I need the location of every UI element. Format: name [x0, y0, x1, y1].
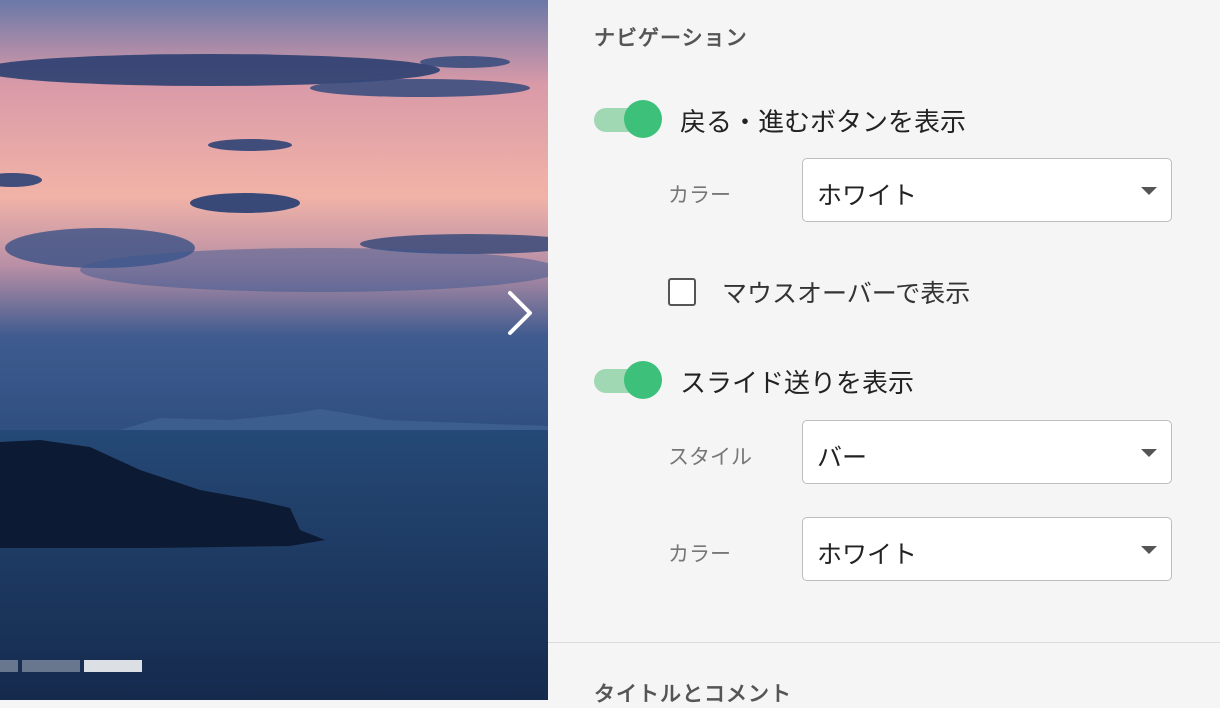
- settings-panel: ナビゲーション 戻る・進むボタンを表示 カラー ホワイト マウスオーバーで表示 …: [548, 0, 1220, 706]
- toggle-knob: [624, 100, 662, 138]
- caret-down-icon: [1141, 187, 1157, 195]
- show-arrows-toggle[interactable]: [594, 100, 662, 140]
- show-slide-nav-label: スライド送りを表示: [680, 368, 915, 399]
- slide-nav-style-value: バー: [817, 443, 868, 472]
- slideshow-preview: [0, 0, 548, 700]
- show-on-hover-checkbox[interactable]: [668, 278, 696, 306]
- show-arrows-label: 戻る・進むボタンを表示: [680, 107, 967, 138]
- caret-down-icon: [1141, 546, 1157, 554]
- section-title-title-and-comment: タイトルとコメント: [594, 682, 792, 706]
- section-divider: [548, 642, 1220, 643]
- toggle-knob: [624, 361, 662, 399]
- next-slide-button[interactable]: [498, 285, 544, 341]
- show-slide-nav-toggle-row[interactable]: スライド送りを表示: [594, 361, 914, 401]
- show-on-hover-row[interactable]: マウスオーバーで表示: [668, 274, 970, 310]
- slide-indicator-segment[interactable]: [22, 660, 80, 672]
- caret-down-icon: [1141, 449, 1157, 457]
- show-arrows-toggle-row[interactable]: 戻る・進むボタンを表示: [594, 100, 966, 140]
- slide-nav-style-label: スタイル: [668, 445, 752, 469]
- slide-nav-style-select[interactable]: バー: [802, 420, 1172, 484]
- show-on-hover-label: マウスオーバーで表示: [722, 279, 971, 308]
- slide-indicator-segment-active[interactable]: [84, 660, 142, 672]
- section-title-navigation: ナビゲーション: [594, 26, 748, 50]
- arrow-color-value: ホワイト: [817, 181, 918, 210]
- slide-bar-indicator: [0, 660, 142, 672]
- arrow-color-select[interactable]: ホワイト: [802, 158, 1172, 222]
- slide-nav-color-label: カラー: [668, 542, 731, 566]
- slide-nav-color-value: ホワイト: [817, 540, 918, 569]
- arrow-color-label: カラー: [668, 183, 731, 207]
- show-slide-nav-toggle[interactable]: [594, 361, 662, 401]
- slide-nav-color-select[interactable]: ホワイト: [802, 517, 1172, 581]
- preview-image: [0, 0, 548, 700]
- chevron-right-icon: [508, 291, 532, 335]
- slide-indicator-segment[interactable]: [0, 660, 18, 672]
